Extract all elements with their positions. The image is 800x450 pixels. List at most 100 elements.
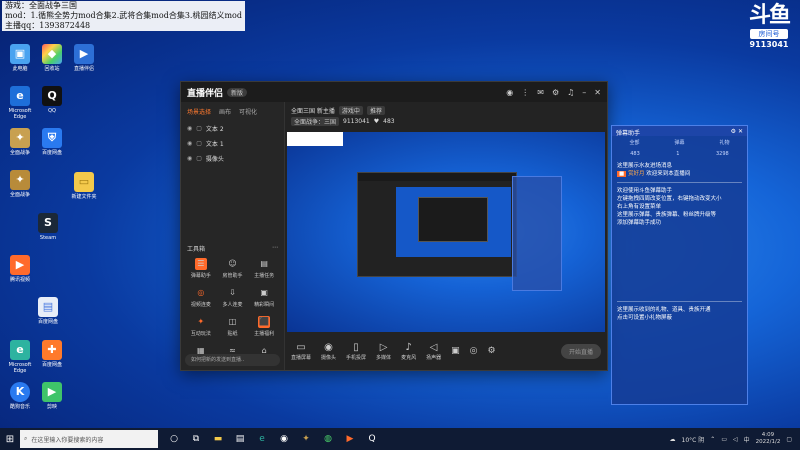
settings-icon[interactable]: ⚙ ✕ [731,128,743,135]
scene-item[interactable]: ◉ ▢ 文本 1 [181,136,284,151]
edge-icon[interactable]: e [256,434,268,444]
desktop-icon-edge-old[interactable]: e Microsoft Edge [2,86,38,120]
ime-indicator[interactable]: 中 [744,435,750,444]
camera-button[interactable]: ◉ 摄像头 [321,342,336,361]
stream-preview[interactable] [287,132,605,332]
cortana-icon[interactable]: ○ [168,434,180,444]
desktop-icon-this-pc[interactable]: ▣ 此电脑 [2,44,38,72]
steam-icon[interactable]: ◉ [278,434,290,444]
scene-item[interactable]: ◉ ▢ 摄像头 [181,151,284,166]
divider [617,301,742,302]
tool-highlights[interactable]: ▣ 精彩瞬间 [248,287,280,308]
close-icon[interactable]: ✕ [594,88,601,97]
app-icon: ✚ [42,340,62,360]
desktop-icon-tencent[interactable]: ▶ 腾讯视频 [2,255,38,283]
tool-interactive[interactable]: ✦ 互动玩法 [185,316,217,337]
more-icon[interactable]: ⋯ [272,244,278,253]
microphone-button[interactable]: ♪ 麦克风 [401,342,416,361]
eye-icon[interactable]: ◉ [187,155,192,162]
tab-all[interactable]: 全部 [629,139,639,146]
taskbar-search[interactable]: ⌕ 在这里输入你要搜索的内容 [20,430,158,448]
assist-stats: 483 1 3298 [612,149,747,159]
monitor-icon: ▭ [296,341,306,353]
settings-icon[interactable]: ⚙ [552,88,559,97]
desktop-icon-live[interactable]: ▶ 直播伴侣 [66,44,102,72]
desktop-icon-recycle[interactable]: ◆ 回收站 [34,44,70,72]
bell-icon[interactable]: ♫ [567,88,574,97]
tool-danmu[interactable]: ☰ 弹幕助手 [185,258,217,279]
live-app-icon[interactable]: ▶ [344,434,356,444]
record-icon[interactable]: ▣ [451,346,460,356]
assist-header[interactable]: 弹幕助手 ⚙ ✕ [612,126,747,137]
minimize-icon[interactable]: – [582,88,586,97]
chevron-up-icon[interactable]: ⌃ [710,436,715,443]
tab-canvas[interactable]: 画布 [219,107,231,116]
speaker-button[interactable]: ◁ 扬声器 [426,342,441,361]
chat-username[interactable]: 赏好月 [628,171,645,177]
status-badge: 游戏中 [338,106,363,115]
chrome-icon[interactable]: ◍ [322,434,334,444]
notification-icon[interactable]: ▢ [786,436,792,443]
volume-icon[interactable]: ◁ [733,436,738,443]
category-tag[interactable]: 全面战争：三国 [291,117,340,126]
eye-icon[interactable]: ◎ [470,346,478,356]
store-icon[interactable]: ▤ [234,434,246,444]
folder-icon[interactable]: ▬ [212,434,224,444]
tab-scenes[interactable]: 场景选择 [187,107,211,116]
weather-icon[interactable]: ☁ [670,436,676,443]
menu-icon[interactable]: ⋮ [521,88,529,97]
game-icon: ✦ [10,170,30,190]
user-icon: ☺ [228,259,237,268]
lock-icon[interactable]: ▢ [196,140,202,147]
task-view-icon[interactable]: ⧉ [190,434,202,444]
tool-multi-link[interactable]: ⇩ 多人连麦 [217,287,249,308]
desktop-icon-cloud[interactable]: ✚ 百度网盘 [34,340,70,368]
tool-sticker[interactable]: ◫ 贴纸 [217,316,249,337]
windows-start-icon[interactable]: ⊞ [0,434,20,445]
desktop-icon-jianying[interactable]: ▶ 剪映 [34,382,70,410]
tool-room-admin[interactable]: ☺ 房管助手 [217,258,249,279]
eye-icon[interactable]: ◉ [187,140,192,147]
clock[interactable]: 4:09 2022/1/2 [756,432,781,446]
lock-icon[interactable]: ▢ [196,155,202,162]
qq-icon[interactable]: Q [366,434,378,444]
eye-icon[interactable]: ◉ [187,125,192,132]
tool-tasks[interactable]: ▤ 主播任务 [248,258,280,279]
desktop-icon-steam[interactable]: S Steam [30,213,66,241]
play-icon: ▷ [379,341,388,353]
weather-text[interactable]: 10°C 阴 [682,435,705,444]
screen-capture-button[interactable]: ▭ 直播屏幕 [291,342,311,361]
desktop-icon-file[interactable]: ▤ 百度网盘 [30,297,66,325]
live-companion-window[interactable]: 直播伴侣 新版 ◉ ⋮ ✉ ⚙ ♫ – ✕ 场景选择 画布 可视化 ◉ ▢ 文本 2… [180,81,608,371]
divider [617,182,742,183]
lock-icon[interactable]: ▢ [196,125,202,132]
network-icon[interactable]: ▭ [721,436,727,443]
tab-danmu[interactable]: 弹幕 [674,139,684,146]
media-button[interactable]: ▷ 多媒体 [376,342,391,361]
danmu-assistant-panel[interactable]: 弹幕助手 ⚙ ✕ 全部 弹幕 礼物 483 1 3298 这里展示水友进场消息 … [611,125,748,405]
desktop-icon-kugou[interactable]: K 酷狗音乐 [2,382,38,410]
desktop-icon-game1[interactable]: ✦ 全面战争 [2,128,38,156]
desktop-icon-folder[interactable]: ▭ 新建文件夹 [66,172,102,200]
tab-visual[interactable]: 可视化 [239,107,257,116]
desktop-icon-edge[interactable]: e Microsoft Edge [2,340,38,374]
tool-video-link[interactable]: ◎ 视频连麦 [185,287,217,308]
app-titlebar[interactable]: 直播伴侣 新版 ◉ ⋮ ✉ ⚙ ♫ – ✕ [181,82,607,102]
scene-item[interactable]: ◉ ▢ 文本 2 [181,121,284,136]
nested-window-preview [357,172,517,277]
mail-icon[interactable]: ✉ [537,88,544,97]
desktop-icon-game2[interactable]: ✦ 全面战争 [2,170,38,198]
tab-gift[interactable]: 礼物 [719,139,729,146]
recommend-badge: 推荐 [366,106,385,115]
avatar[interactable]: ◉ [506,88,513,97]
desktop-icon-security[interactable]: ⛨ 百度网盘 [34,128,70,156]
game-icon[interactable]: ✦ [300,434,312,444]
phone-cast-button[interactable]: ▯ 手机投屏 [346,342,366,361]
version-badge[interactable]: 新版 [227,87,248,97]
hint-bar[interactable]: 如何把新的发送到直播.. [185,354,280,366]
room-title[interactable]: 全面三国 新主播 [291,106,335,115]
gear-icon[interactable]: ⚙ [487,346,495,356]
desktop-icon-qq[interactable]: Q QQ [34,86,70,114]
tool-welfare[interactable]: ⬛ 主播福利 [248,316,280,337]
start-live-button[interactable]: 开始直播 [560,343,601,359]
